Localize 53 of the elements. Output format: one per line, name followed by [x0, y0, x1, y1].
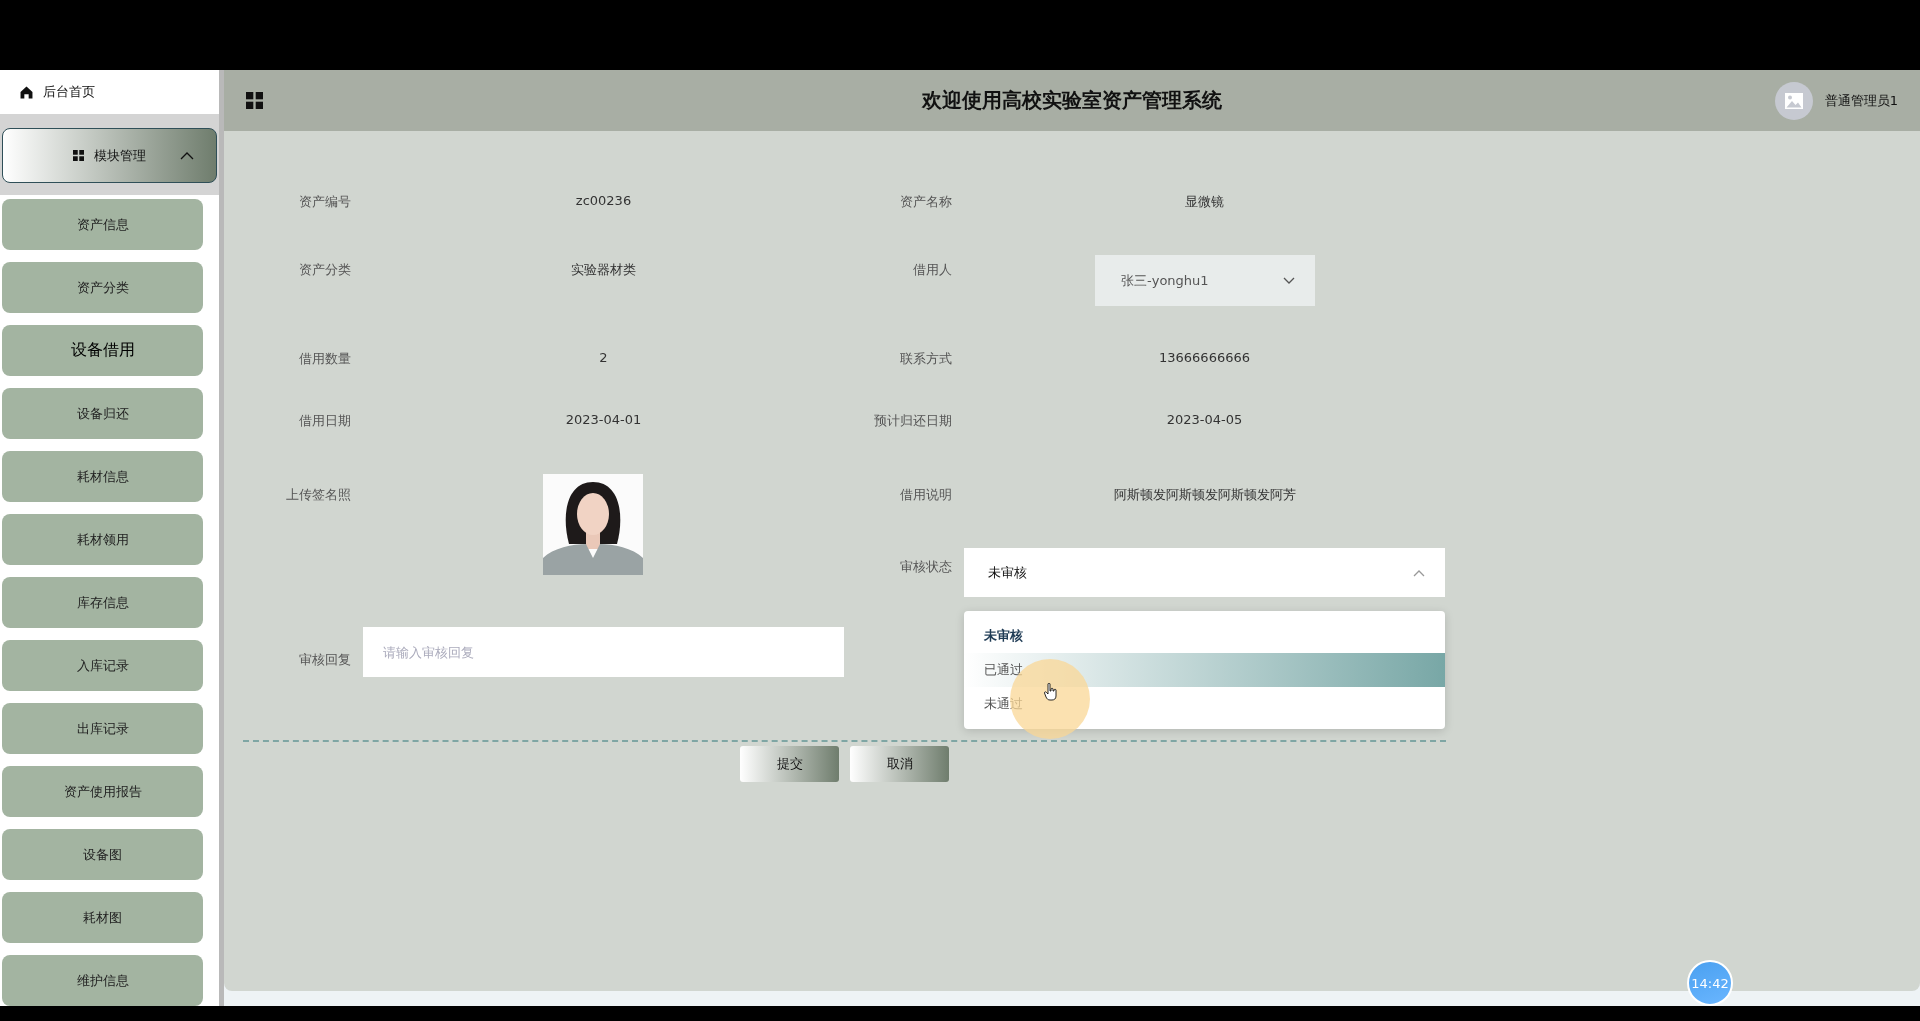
- field-label: 资产名称: [899, 193, 952, 211]
- borrower-select[interactable]: 张三-yonghu1: [1095, 255, 1315, 306]
- sidebar-item[interactable]: 入库记录: [2, 640, 203, 691]
- field-label: 审核回复: [298, 651, 351, 669]
- sidebar-item[interactable]: 耗材图: [2, 892, 203, 943]
- field-label: 借用日期: [298, 412, 351, 430]
- field-label: 借用说明: [899, 486, 952, 504]
- hand-cursor-icon: [1044, 683, 1058, 701]
- field-label: 联系方式: [899, 350, 952, 368]
- sidebar-item[interactable]: 耗材领用: [2, 514, 203, 565]
- field-label: 上传签名照: [285, 486, 351, 504]
- chevron-up-icon: [1413, 568, 1425, 577]
- sidebar-item[interactable]: 设备归还: [2, 388, 203, 439]
- field-value: 2023-04-01: [564, 412, 643, 427]
- field-label: 借用人: [912, 261, 952, 279]
- field-label: 资产分类: [298, 261, 351, 279]
- page-title: 欢迎使用高校实验室资产管理系统: [922, 87, 1222, 114]
- dropdown-option[interactable]: 已通过: [964, 653, 1445, 687]
- field-value: zc00236: [574, 193, 633, 208]
- field-label: 借用数量: [298, 350, 351, 368]
- sidebar-item[interactable]: 库存信息: [2, 577, 203, 628]
- home-icon: [20, 85, 33, 99]
- sidebar-item[interactable]: 耗材信息: [2, 451, 203, 502]
- grid-menu-icon: [246, 92, 263, 109]
- sidebar-item[interactable]: 维护信息: [2, 955, 203, 1006]
- field-value: 2023-04-05: [1165, 412, 1244, 427]
- dropdown-option[interactable]: 未通过: [964, 687, 1445, 721]
- user-name: 普通管理员1: [1824, 91, 1898, 110]
- chevron-down-icon: [1283, 276, 1295, 285]
- dropdown-option[interactable]: 未审核: [964, 619, 1445, 653]
- field-label: 预计归还日期: [873, 412, 952, 430]
- avatar-image-icon[interactable]: [1774, 81, 1813, 120]
- field-label: 审核状态: [899, 558, 952, 576]
- reply-input[interactable]: 请输入审核回复: [363, 627, 844, 677]
- grid-icon: [73, 150, 84, 162]
- field-value: 阿斯顿发阿斯顿发阿斯顿发阿芳: [1112, 486, 1297, 504]
- sidebar-item[interactable]: 资产信息: [2, 199, 203, 250]
- field-label: 资产编号: [298, 193, 351, 211]
- submit-button[interactable]: 提交: [740, 746, 839, 782]
- menu-group-toggle[interactable]: 模块管理: [2, 128, 217, 183]
- field-value: 13666666666: [1158, 350, 1251, 365]
- sidebar-item[interactable]: 设备图: [2, 829, 203, 880]
- field-value: 显微镜: [1184, 193, 1225, 211]
- clock-badge: 14:42: [1687, 960, 1733, 1006]
- sidebar-item[interactable]: 出库记录: [2, 703, 203, 754]
- sidebar-item[interactable]: 资产分类: [2, 262, 203, 313]
- sidebar-item[interactable]: 设备借用: [2, 325, 203, 376]
- chevron-icon: [180, 151, 194, 161]
- field-value: 2: [598, 350, 609, 365]
- home-link[interactable]: 后台首页: [0, 70, 219, 115]
- sidebar-item[interactable]: 资产使用报告: [2, 766, 203, 817]
- cancel-button[interactable]: 取消: [850, 746, 949, 782]
- field-value: 实验器材类: [570, 261, 637, 279]
